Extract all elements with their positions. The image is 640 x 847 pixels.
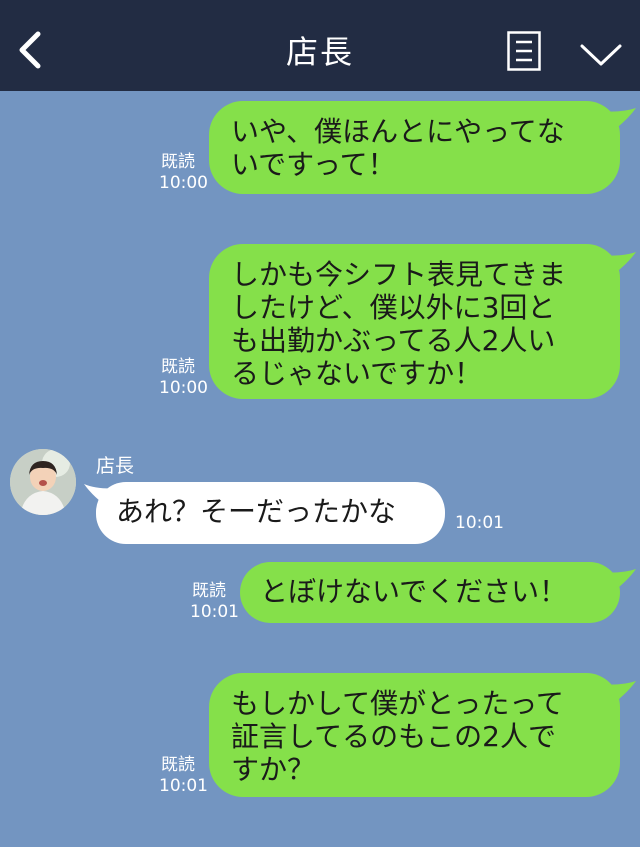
message-bubble[interactable]: あれ？そーだったかな	[96, 482, 445, 544]
read-receipt: 既読	[161, 357, 195, 377]
menu-button[interactable]	[507, 31, 541, 71]
message-time: 10:01	[455, 513, 504, 533]
message-time: 10:00	[159, 173, 208, 193]
message-bubble[interactable]: しかも今シフト表見てきま したけど、僕以外に3回と も出勤かぶってる人2人い る…	[209, 244, 620, 399]
message-bubble[interactable]: もしかして僕がとったって 証言してるのもこの2人で すか？	[209, 673, 620, 797]
read-receipt: 既読	[161, 152, 195, 172]
dropdown-button[interactable]	[578, 40, 624, 70]
chevron-down-icon	[580, 44, 622, 66]
message-bubble[interactable]: いや、僕ほんとにやってな いですって！	[209, 101, 620, 194]
avatar-photo	[10, 449, 76, 515]
menu-icon	[507, 31, 541, 71]
read-receipt: 既読	[161, 755, 195, 775]
message-time: 10:01	[159, 776, 208, 796]
message-time: 10:00	[159, 378, 208, 398]
message-bubble[interactable]: とぼけないでください！	[240, 562, 620, 623]
avatar[interactable]	[10, 449, 76, 515]
read-receipt: 既読	[192, 581, 226, 601]
sender-name: 店長	[96, 455, 135, 477]
chat-header: 店長	[0, 0, 640, 91]
chat-title: 店長	[285, 33, 354, 71]
message-time: 10:01	[190, 602, 239, 622]
